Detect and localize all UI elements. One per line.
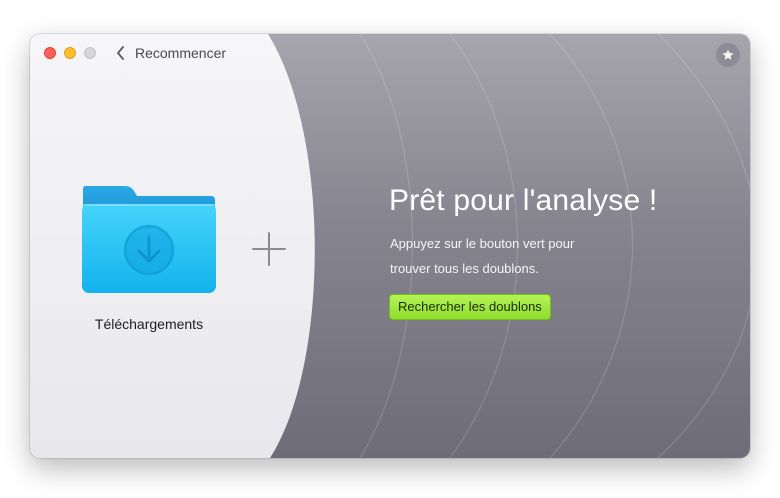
app-window: Recommencer Téléchargements Prêt pour l'… <box>30 34 750 458</box>
star-icon[interactable] <box>716 43 740 67</box>
window-minimize-button[interactable] <box>64 47 76 59</box>
scan-duplicates-button[interactable]: Rechercher les doublons <box>389 294 551 320</box>
window-zoom-button[interactable] <box>84 47 96 59</box>
instructions: Appuyez sur le bouton vert pour trouver … <box>390 231 630 281</box>
instructions-line-1: Appuyez sur le bouton vert pour <box>390 236 575 251</box>
window-close-button[interactable] <box>44 47 56 59</box>
folder-name: Téléchargements <box>94 316 204 332</box>
page-title: Prêt pour l'analyse ! <box>389 184 658 217</box>
restart-button[interactable]: Recommencer <box>116 45 226 61</box>
restart-label: Recommencer <box>135 45 227 61</box>
plus-icon[interactable] <box>252 232 286 271</box>
instructions-line-2: trouver tous les doublons. <box>390 261 539 276</box>
downloads-folder-icon[interactable] <box>81 184 217 294</box>
chevron-left-icon <box>116 46 125 60</box>
